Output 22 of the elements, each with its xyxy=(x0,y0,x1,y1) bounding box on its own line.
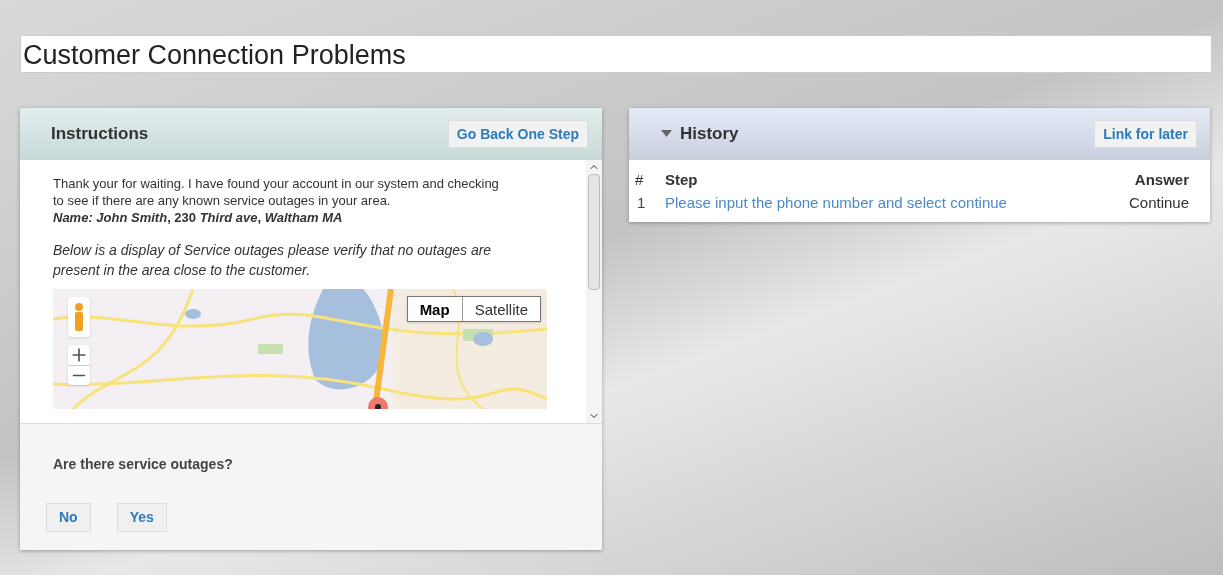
column-header: Answer xyxy=(1133,170,1190,190)
map-type-button[interactable]: Satellite xyxy=(461,297,540,321)
link-for-later-button[interactable]: Link for later xyxy=(1094,120,1197,148)
page-title: Customer Connection Problems xyxy=(20,35,1212,73)
instruction-text: Below is a display of Service outages please verify that no outages are present in the area close to the customer. xyxy=(53,241,493,280)
customer-details: Name: John Smith, 230 Third ave, Waltham MA xyxy=(53,209,344,226)
question-text: Are there service outages? xyxy=(53,455,234,474)
answer-button[interactable]: Yes xyxy=(116,503,167,532)
map-type-button[interactable]: Map xyxy=(407,297,462,321)
triangle-icon[interactable] xyxy=(661,130,672,138)
answer-button[interactable]: No xyxy=(46,503,91,532)
column-header: Step xyxy=(665,170,699,190)
panel-heading: Instructions xyxy=(51,123,149,146)
person-icon[interactable] xyxy=(68,297,90,337)
table-cell-text: Continue xyxy=(1127,192,1190,213)
instruction-text: Thank your for waiting. I have found your account in our system and checking to see if there are any known service outages in your area. xyxy=(53,175,500,209)
step-link[interactable]: Please input the phone number and select continue xyxy=(665,193,1007,211)
column-header: # xyxy=(629,169,665,192)
scrollbar[interactable] xyxy=(586,160,602,423)
table-cell-text: 1 xyxy=(636,192,647,213)
go-back-button[interactable]: Go Back One Step xyxy=(447,120,588,148)
panel-heading: History xyxy=(680,123,739,146)
